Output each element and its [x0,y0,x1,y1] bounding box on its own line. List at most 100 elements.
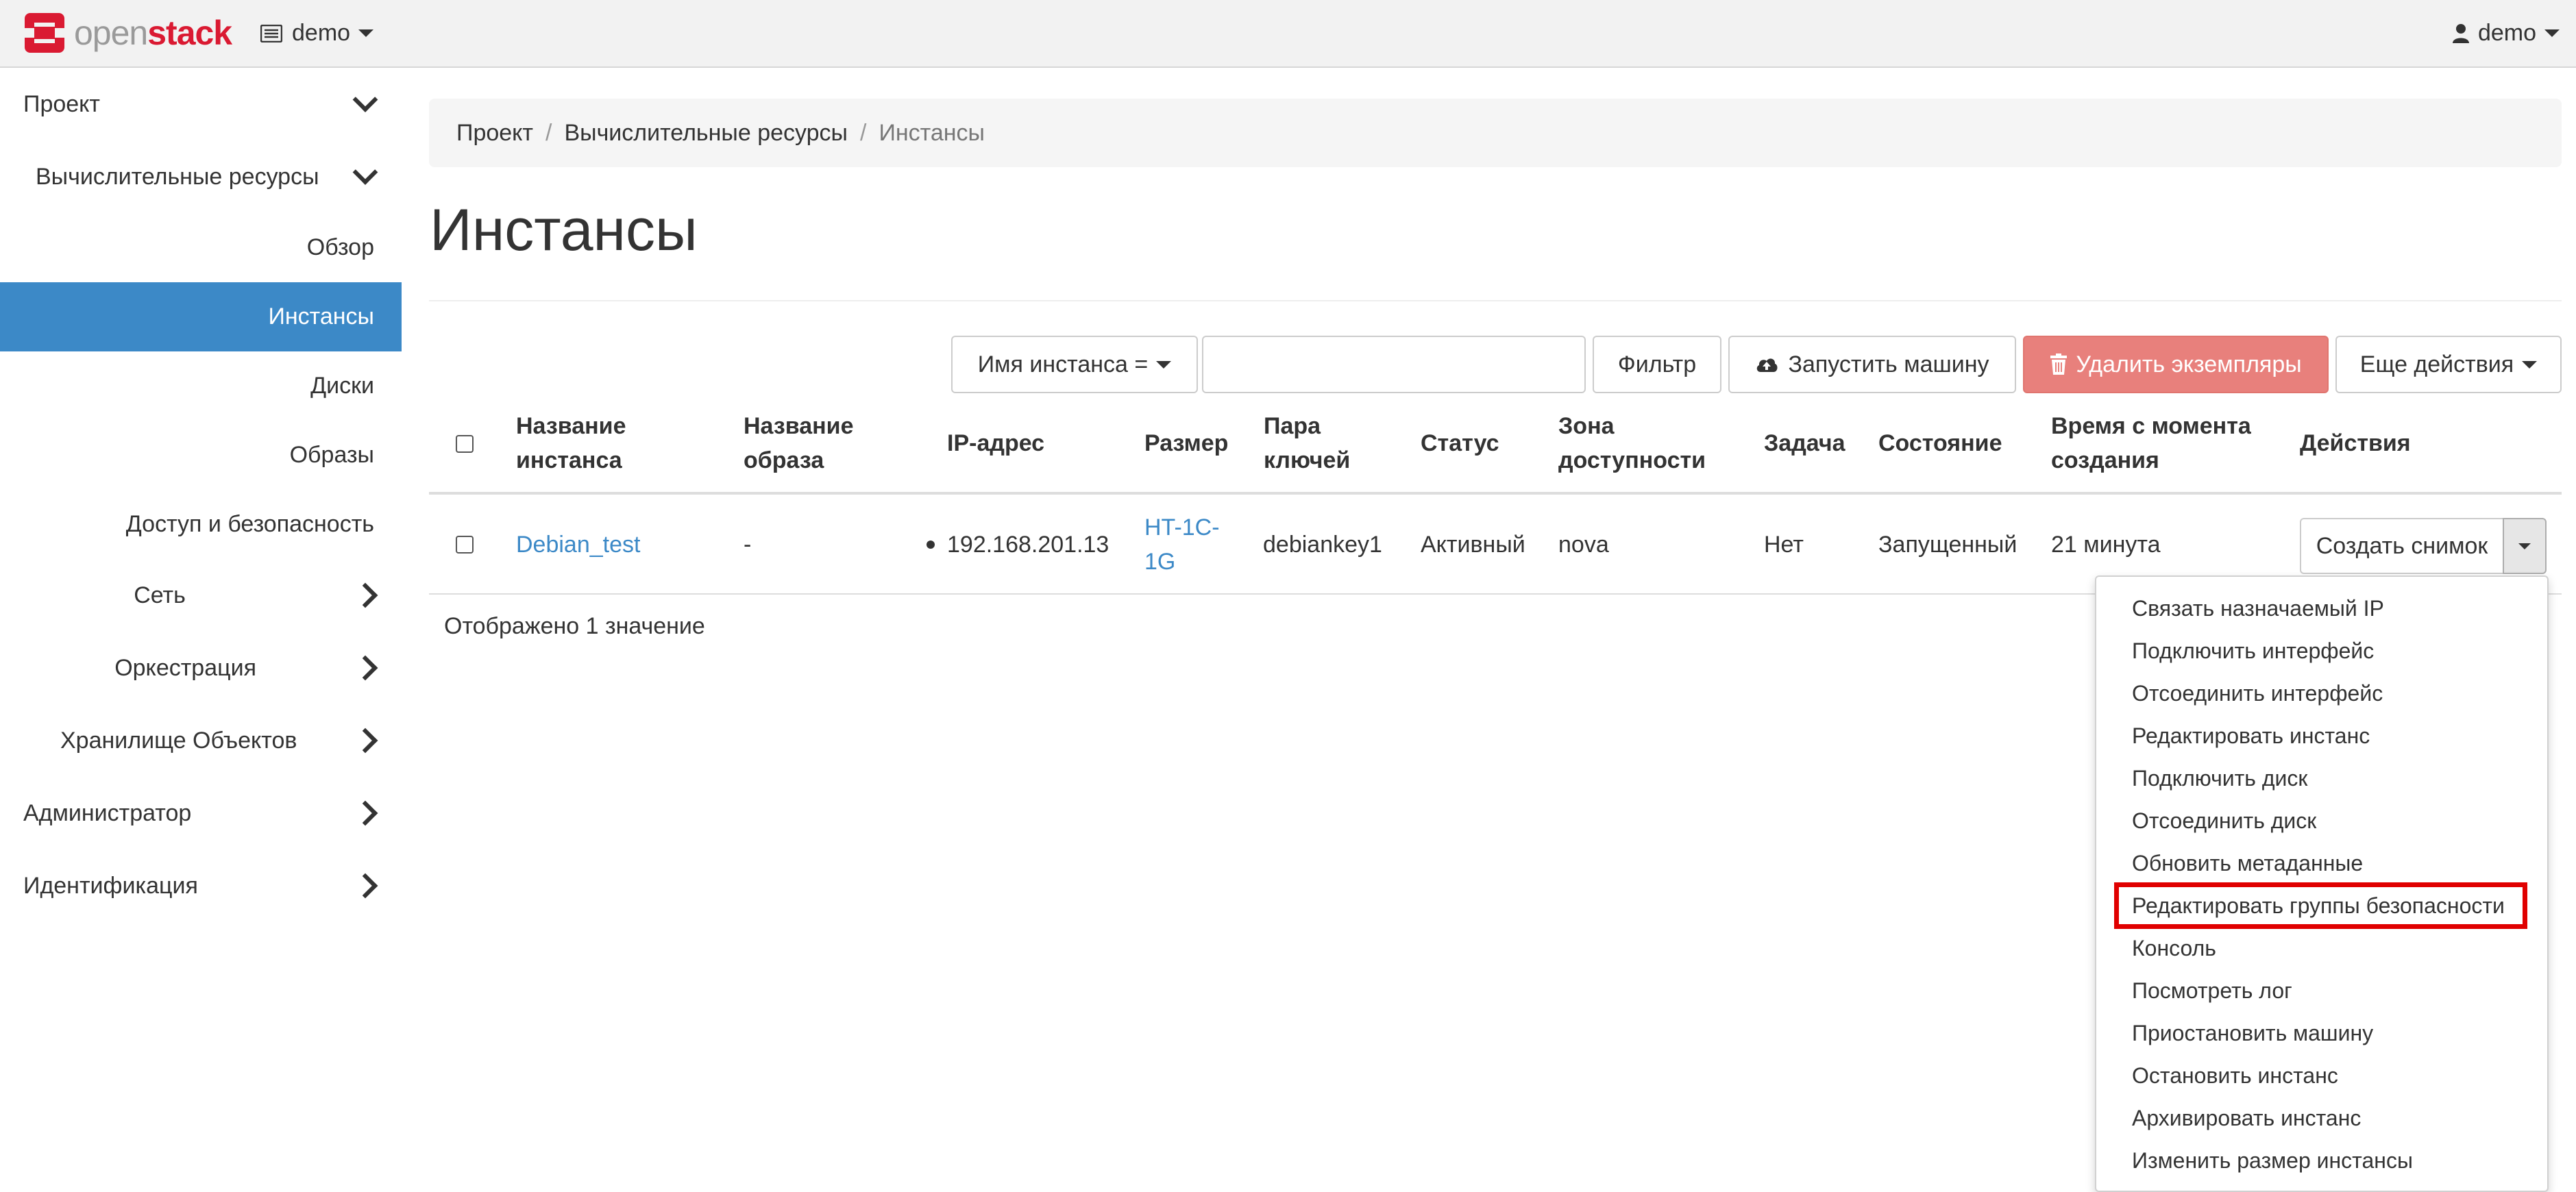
delete-instances-button[interactable]: Удалить экземпляры [2023,336,2329,393]
sidebar-item-label: Диски [310,373,374,399]
table-footer-count: Отображено 1 значение [444,613,705,639]
sidebar-item-project[interactable]: Проект [0,68,402,140]
project-list-icon [260,24,282,42]
menu-item-resize-instance[interactable]: Изменить размер инстансы [2132,1139,2413,1182]
select-all-checkbox[interactable] [456,435,474,453]
create-snapshot-label: Создать снимок [2316,532,2488,559]
status-cell: Активный [1421,532,1525,558]
sidebar-item-label: Вычислительные ресурсы [36,163,319,190]
sidebar-item-label: Хранилище Объектов [60,727,297,754]
sidebar-item-label: Сеть [134,582,186,608]
chevron-right-icon [352,728,378,754]
column-header-status[interactable]: Статус [1421,426,1499,460]
sidebar-item-network[interactable]: Сеть [0,559,402,632]
flavor-link[interactable]: HT-1C- 1G [1144,510,1220,579]
availability-zone-cell: nova [1558,532,1609,558]
sidebar-item-label: Проект [23,90,100,117]
sidebar-item-label: Администратор [23,799,192,826]
keypair-cell: debiankey1 [1263,532,1382,558]
breadcrumb-separator: / [545,119,552,146]
project-switcher[interactable]: demo [260,0,374,66]
breadcrumb-item-project[interactable]: Проект [456,120,533,147]
sidebar-item-overview[interactable]: Обзор [0,213,402,282]
breadcrumb-item-compute[interactable]: Вычислительные ресурсы [564,120,848,147]
sidebar-item-object-store[interactable]: Хранилище Объектов [0,704,402,777]
cloud-upload-icon [1757,358,1778,372]
column-header-actions: Действия [2300,430,2411,456]
breadcrumb-separator: / [859,119,867,146]
sidebar-item-images[interactable]: Образы [0,421,402,490]
highlight-annotation-box [2114,882,2527,929]
ip-address-cell: 192.168.201.13 [947,532,1109,558]
column-header-ip[interactable]: IP-адрес [947,426,1044,460]
image-name-cell: - [744,532,752,558]
openstack-logo[interactable]: openstack [23,10,232,56]
row-actions-toggle[interactable] [2503,518,2547,574]
menu-item-update-metadata[interactable]: Обновить метаданные [2132,842,2363,884]
menu-item-attach-interface[interactable]: Подключить интерфейс [2132,630,2374,672]
user-menu-label: demo [2477,20,2536,46]
more-actions-label: Еще действия [2359,351,2514,377]
sidebar-item-compute[interactable]: Вычислительные ресурсы [0,140,402,213]
menu-item-console[interactable]: Консоль [2132,927,2216,969]
chevron-right-icon [352,655,378,681]
sidebar-item-label: Доступ и безопасность [125,511,374,537]
column-header-power-state[interactable]: Состояние [1878,426,2002,460]
menu-item-pause-instance[interactable]: Приостановить машину [2132,1012,2373,1054]
sidebar-item-label: Идентификация [23,872,198,899]
filter-button[interactable]: Фильтр [1593,336,1721,393]
launch-instance-label: Запустить машину [1788,351,1989,377]
column-header-image[interactable]: Название образа [744,409,854,477]
filter-field-label: Имя инстанса = [977,351,1149,377]
table-header-divider [429,492,2562,495]
filter-button-label: Фильтр [1617,351,1697,377]
sidebar-item-label: Оркестрация [114,654,256,681]
instance-name-link[interactable]: Debian_test [516,527,640,562]
column-header-task[interactable]: Задача [1764,426,1845,460]
menu-item-view-log[interactable]: Посмотреть лог [2132,969,2292,1012]
launch-instance-button[interactable]: Запустить машину [1728,336,2016,393]
column-header-size[interactable]: Размер [1144,426,1228,460]
menu-item-attach-volume[interactable]: Подключить диск [2132,757,2307,799]
sidebar-item-instances[interactable]: Инстансы [0,282,402,351]
bullet-icon [927,541,935,549]
user-menu[interactable]: demo [2452,0,2560,66]
menu-item-edit-instance[interactable]: Редактировать инстанс [2132,715,2370,757]
caret-down-icon [2544,29,2560,37]
chevron-down-icon [352,87,378,112]
delete-instances-label: Удалить экземпляры [2076,351,2302,377]
create-snapshot-button[interactable]: Создать снимок [2300,518,2503,574]
sidebar-item-orchestration[interactable]: Оркестрация [0,632,402,704]
chevron-right-icon [352,873,378,899]
menu-item-shelve-instance[interactable]: Архивировать инстанс [2132,1097,2361,1139]
sidebar-item-volumes[interactable]: Диски [0,351,402,421]
breadcrumb-item-current: Инстансы [879,119,985,146]
filter-input[interactable] [1202,336,1586,393]
sidebar-item-admin[interactable]: Администратор [0,777,402,849]
chevron-right-icon [352,800,378,826]
column-header-keypair[interactable]: Пара ключей [1264,409,1350,477]
filter-field-select[interactable]: Имя инстанса = [951,336,1198,393]
menu-item-detach-interface[interactable]: Отсоединить интерфейс [2132,672,2383,715]
project-switcher-label: demo [292,20,351,46]
page-title: Инстансы [430,197,698,263]
column-header-age[interactable]: Время с момента создания [2051,409,2251,477]
user-icon [2452,23,2469,43]
breadcrumb: Проект / Вычислительные ресурсы / Инстан… [429,99,2562,167]
top-navbar: openstack demo demo [0,0,2576,68]
menu-item-detach-volume[interactable]: Отсоединить диск [2132,799,2316,842]
sidebar-item-label: Образы [289,442,374,468]
age-cell: 21 минута [2051,532,2161,558]
column-header-zone[interactable]: Зона доступности [1558,409,1706,477]
column-header-name[interactable]: Название инстанса [516,409,626,477]
sidebar-item-identity[interactable]: Идентификация [0,849,402,922]
sidebar-item-label: Инстансы [268,303,374,330]
sidebar: Проект Вычислительные ресурсы Обзор Инст… [0,68,402,922]
task-cell: Нет [1764,532,1804,558]
row-checkbox[interactable] [456,536,474,554]
menu-item-stop-instance[interactable]: Остановить инстанс [2132,1054,2338,1097]
menu-item-associate-floating-ip[interactable]: Связать назначаемый IP [2132,587,2384,630]
sidebar-item-access-security[interactable]: Доступ и безопасность [0,490,402,559]
more-actions-button[interactable]: Еще действия [2335,336,2562,393]
sidebar-item-label: Обзор [306,234,374,260]
